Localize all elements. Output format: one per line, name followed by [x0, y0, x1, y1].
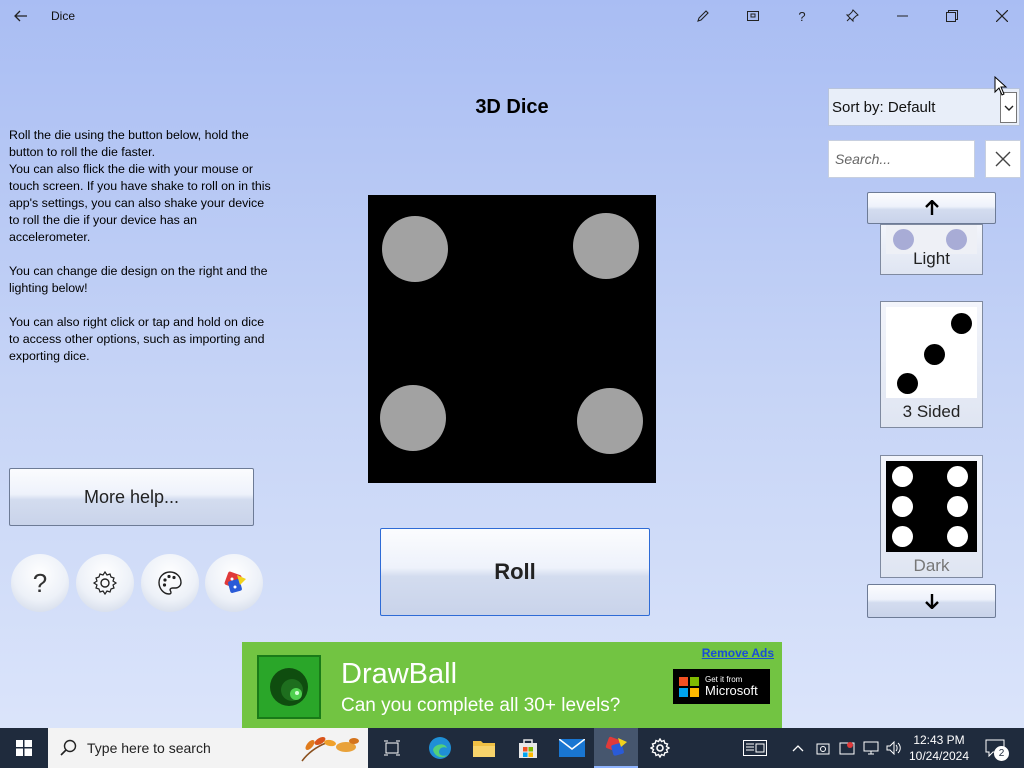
help-round-button[interactable]: ? [11, 554, 69, 612]
roll-label: Roll [494, 559, 536, 584]
app-title: Dice [51, 9, 76, 23]
search-input[interactable] [828, 140, 975, 178]
ad-title: DrawBall [341, 658, 458, 690]
design-button[interactable] [141, 554, 199, 612]
news-widget-icon[interactable] [740, 728, 770, 768]
sort-dropdown[interactable]: Sort by: Default [828, 88, 1020, 126]
title-bar: Dice ? [0, 0, 1024, 32]
dice-list-label: Light [913, 249, 950, 268]
die-pip [380, 385, 446, 451]
sort-label: Sort by: Default [832, 98, 936, 116]
minimize-icon[interactable] [885, 0, 919, 32]
start-button[interactable] [2, 728, 46, 768]
die-pip [947, 466, 968, 487]
store-badge[interactable]: Get it from Microsoft [673, 669, 770, 704]
pin-icon[interactable] [835, 0, 869, 32]
microsoft-logo-icon [679, 676, 699, 697]
edge-icon[interactable] [418, 728, 462, 768]
die-pip [382, 216, 448, 282]
help-text: Roll the die using the button below, hol… [9, 128, 271, 363]
more-help-button[interactable]: More help... [9, 468, 254, 526]
clear-search-button[interactable] [985, 140, 1021, 178]
windows-logo-icon [16, 740, 32, 756]
die-pip [947, 496, 968, 517]
die-pip [577, 388, 643, 454]
settings-gear-icon [92, 570, 118, 596]
die-pip [573, 213, 639, 279]
remove-ads-link[interactable]: Remove Ads [702, 646, 774, 660]
dice-list-label: 3 Sided [902, 402, 961, 421]
taskbar-search-box[interactable]: Type here to search [48, 728, 368, 768]
more-help-label: More help... [83, 486, 180, 507]
search-icon [60, 739, 77, 756]
die-pip [951, 313, 972, 334]
die-pip [946, 229, 967, 250]
dice-list-item-3-sided[interactable]: 3 Sided [880, 301, 983, 428]
scroll-up-button[interactable] [867, 192, 996, 224]
mouse-cursor-icon [994, 76, 1008, 96]
network-icon[interactable] [861, 728, 881, 768]
ad-subtitle: Can you complete all 30+ levels? [341, 695, 621, 716]
drawball-app-icon [257, 655, 321, 719]
volume-icon[interactable] [884, 728, 904, 768]
help-icon: ? [32, 567, 48, 598]
close-icon [995, 151, 1011, 167]
compact-overlay-icon[interactable] [736, 0, 770, 32]
scroll-down-button[interactable] [867, 584, 996, 618]
store-icon[interactable] [506, 728, 550, 768]
chevron-up-icon[interactable] [790, 728, 806, 768]
pen-icon[interactable] [686, 0, 720, 32]
page-title: 3D Dice [475, 96, 549, 118]
close-icon[interactable] [985, 0, 1019, 32]
die-thumbnail [886, 307, 977, 398]
security-icon[interactable] [837, 728, 857, 768]
die-pip [924, 344, 945, 365]
dice-app-icon[interactable] [594, 728, 638, 768]
help-icon[interactable]: ? [785, 0, 819, 32]
taskbar-search-placeholder: Type here to search [87, 740, 211, 756]
die-pip [947, 526, 968, 547]
lighting-button[interactable] [205, 554, 263, 612]
store-badge-big-text: Microsoft [705, 683, 758, 698]
die-thumbnail [886, 461, 977, 552]
die-pip [897, 373, 918, 394]
restore-icon[interactable] [935, 0, 969, 32]
task-view-icon[interactable] [370, 728, 414, 768]
die-3d-view[interactable] [368, 195, 656, 483]
taskbar: Type here to search 12:43 PM 10/24/2024 … [0, 728, 1024, 768]
clock-time: 12:43 PM [913, 733, 965, 747]
back-arrow-icon[interactable] [4, 0, 38, 32]
palette-icon [158, 571, 182, 595]
file-explorer-icon[interactable] [462, 728, 506, 768]
roll-button[interactable]: Roll [380, 528, 650, 616]
camera-icon[interactable] [814, 728, 832, 768]
ad-banner[interactable]: DrawBall Can you complete all 30+ levels… [242, 642, 782, 728]
chevron-down-icon[interactable] [1000, 92, 1017, 123]
arrow-down-icon [924, 594, 939, 609]
clock-date: 10/24/2024 [908, 749, 970, 763]
die-pip [892, 526, 913, 547]
dice-list-label: Dark [913, 556, 950, 575]
die-pip [892, 466, 913, 487]
mail-icon[interactable] [550, 728, 594, 768]
dice-list-item-light[interactable]: Light [880, 224, 983, 275]
dice-list-item-dark[interactable]: Dark [880, 455, 983, 578]
die-pip [893, 229, 914, 250]
lighting-icon [224, 571, 246, 593]
autumn-leaves-icon [301, 737, 359, 762]
settings-icon[interactable] [638, 728, 682, 768]
settings-button[interactable] [76, 554, 134, 612]
clock[interactable]: 12:43 PM 10/24/2024 [908, 728, 970, 768]
die-pip [892, 496, 913, 517]
notifications-button[interactable]: 2 [980, 728, 1010, 768]
notification-count-badge: 2 [994, 746, 1009, 761]
arrow-up-icon [924, 200, 939, 215]
